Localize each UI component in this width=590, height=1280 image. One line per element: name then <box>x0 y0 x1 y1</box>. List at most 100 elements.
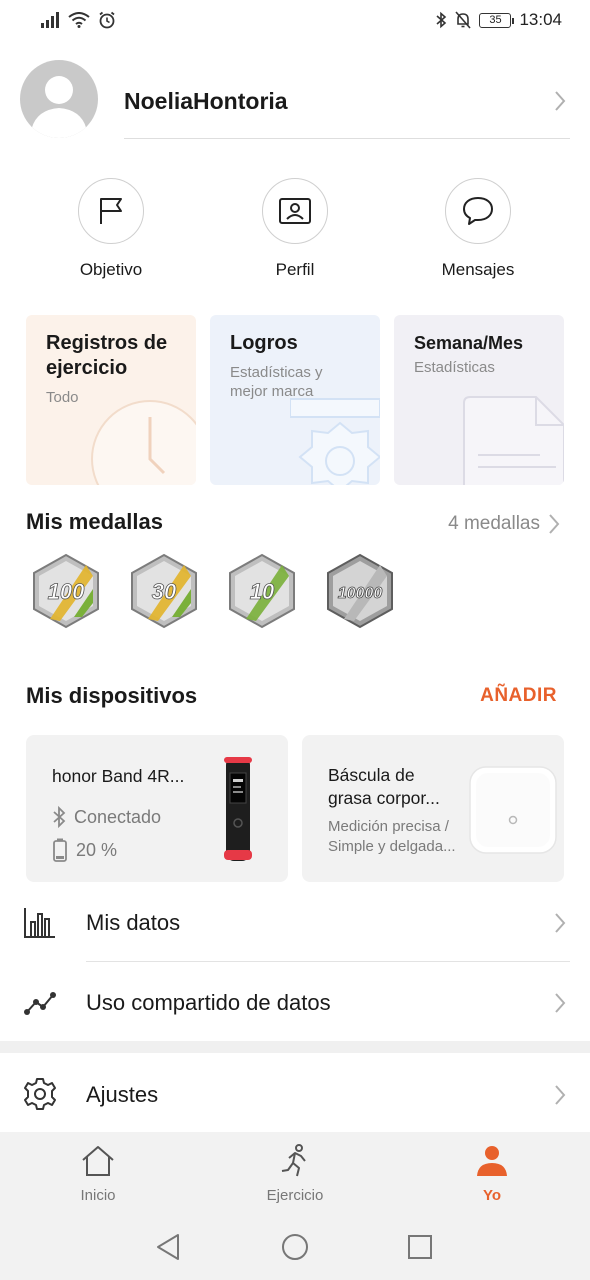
week-month-card[interactable]: Semana/Mes Estadísticas <box>394 315 564 485</box>
signal-icon <box>41 12 59 28</box>
document-watermark-icon <box>463 396 564 485</box>
running-icon <box>281 1144 306 1177</box>
device-card-band[interactable]: honor Band 4R... Conectado 20 % <box>26 735 288 882</box>
exercise-records-card[interactable]: Registros de ejercicio Todo <box>26 315 196 485</box>
band-battery: 20 % <box>52 838 117 862</box>
objective-icon-circle <box>78 178 144 244</box>
tab-me[interactable]: Yo <box>432 1144 552 1204</box>
medals-count: 4 medallas <box>448 513 540 534</box>
medal-10000[interactable]: 10000 <box>324 553 396 629</box>
tab-home-label: Inicio <box>80 1187 116 1204</box>
medal-hexagon-icon: 10000 <box>327 553 393 629</box>
bluetooth-icon <box>436 11 447 29</box>
avatar[interactable] <box>20 60 98 138</box>
profile-button[interactable]: Perfil <box>230 178 360 280</box>
messages-icon-circle <box>445 178 511 244</box>
divider <box>124 138 570 139</box>
tab-exercise-label: Ejercicio <box>266 1187 324 1204</box>
status-bar: 35 13:04 <box>0 0 590 40</box>
scale-description: Medición precisa / Simple y delgada... <box>328 817 456 857</box>
smart-band-image <box>224 757 252 861</box>
settings-label: Ajustes <box>86 1082 159 1107</box>
scale-desc-line1: Medición precisa / <box>328 818 449 835</box>
bar-chart-icon <box>24 908 55 938</box>
person-icon <box>477 1146 507 1176</box>
chevron-right-icon <box>555 1085 566 1105</box>
achievements-subtitle: Estadísticas y mejor marca <box>230 363 323 401</box>
achievements-subtitle-line1: Estadísticas y <box>230 364 323 381</box>
achievements-title: Logros <box>230 332 298 354</box>
medal-watermark-icon <box>290 398 380 485</box>
my-data-label: Mis datos <box>86 910 181 935</box>
medals-section-title: Mis medallas <box>26 509 163 534</box>
section-separator <box>0 1041 590 1053</box>
profile-name: NoeliaHontoria <box>124 88 288 114</box>
chevron-right-icon <box>549 514 560 534</box>
medal-hexagon-icon: 10 <box>229 553 295 629</box>
status-bar-right: 35 13:04 <box>435 10 562 30</box>
back-icon[interactable] <box>154 1232 182 1262</box>
scale-name: Báscula de grasa corpor... <box>328 764 440 810</box>
week-month-subtitle: Estadísticas <box>414 359 495 376</box>
medal-value: 10 <box>250 579 275 604</box>
battery-icon <box>53 838 67 862</box>
tab-home[interactable]: Inicio <box>38 1144 158 1204</box>
scale-name-line2: grasa corpor... <box>328 788 440 808</box>
clock-watermark-icon <box>91 400 196 485</box>
data-sharing-row[interactable]: Uso compartido de datos <box>0 962 590 1042</box>
system-nav-bar <box>0 1212 590 1280</box>
scale-desc-line2: Simple y delgada... <box>328 838 456 855</box>
medal-value: 30 <box>152 579 177 604</box>
device-card-scale[interactable]: Báscula de grasa corpor... Medición prec… <box>302 735 564 882</box>
smart-scale-image <box>469 766 557 854</box>
scale-name-line1: Báscula de <box>328 765 415 785</box>
avatar-silhouette-icon <box>30 76 88 138</box>
home-circle-icon[interactable] <box>280 1232 310 1262</box>
settings-row[interactable]: Ajustes <box>0 1054 590 1134</box>
records-subtitle: Todo <box>46 389 79 406</box>
gear-icon <box>24 1078 56 1110</box>
bluetooth-icon <box>53 805 66 829</box>
recents-icon[interactable] <box>406 1232 434 1262</box>
achievements-card[interactable]: Logros Estadísticas y mejor marca <box>210 315 380 485</box>
chat-bubble-icon <box>463 197 493 225</box>
status-bar-left <box>40 11 116 29</box>
records-title: Registros de ejercicio <box>46 331 167 381</box>
id-card-icon <box>279 198 311 224</box>
objective-label: Objetivo <box>79 260 143 279</box>
chevron-right-icon <box>555 91 566 111</box>
profile-icon-circle <box>262 178 328 244</box>
medal-100[interactable]: 100 <box>30 553 102 629</box>
profile-header[interactable]: NoeliaHontoria <box>20 60 570 140</box>
tab-me-label: Yo <box>482 1187 502 1204</box>
objective-button[interactable]: Objetivo <box>46 178 176 280</box>
share-nodes-icon <box>24 992 56 1015</box>
my-data-row[interactable]: Mis datos <box>0 882 590 962</box>
mute-icon <box>455 11 472 29</box>
messages-label: Mensajes <box>441 260 515 279</box>
chevron-right-icon <box>555 913 566 933</box>
week-month-title: Semana/Mes <box>414 333 524 353</box>
battery-level: 35 <box>489 14 502 26</box>
band-name: honor Band 4R... <box>52 766 185 786</box>
wifi-icon <box>68 12 90 28</box>
chevron-right-icon <box>555 993 566 1013</box>
medal-10[interactable]: 10 <box>226 553 298 629</box>
band-battery-value: 20 % <box>76 839 118 860</box>
records-title-line2: ejercicio <box>46 357 128 379</box>
band-connection: Conectado <box>52 805 161 829</box>
battery-icon: 35 <box>479 12 515 28</box>
achievements-subtitle-line2: mejor marca <box>230 383 314 400</box>
records-title-line1: Registros de <box>46 332 168 354</box>
medal-30[interactable]: 30 <box>128 553 200 629</box>
medal-hexagon-icon: 100 <box>33 553 99 629</box>
messages-button[interactable]: Mensajes <box>413 178 543 280</box>
bottom-nav: Inicio Ejercicio Yo <box>0 1132 590 1212</box>
medal-hexagon-icon: 30 <box>131 553 197 629</box>
band-status: Conectado <box>74 806 162 827</box>
tab-exercise[interactable]: Ejercicio <box>235 1144 355 1204</box>
profile-label: Perfil <box>275 260 315 279</box>
add-device-button[interactable]: AÑADIR <box>480 685 557 707</box>
medals-count-link[interactable]: 4 medallas <box>448 513 560 535</box>
alarm-icon <box>99 11 115 29</box>
